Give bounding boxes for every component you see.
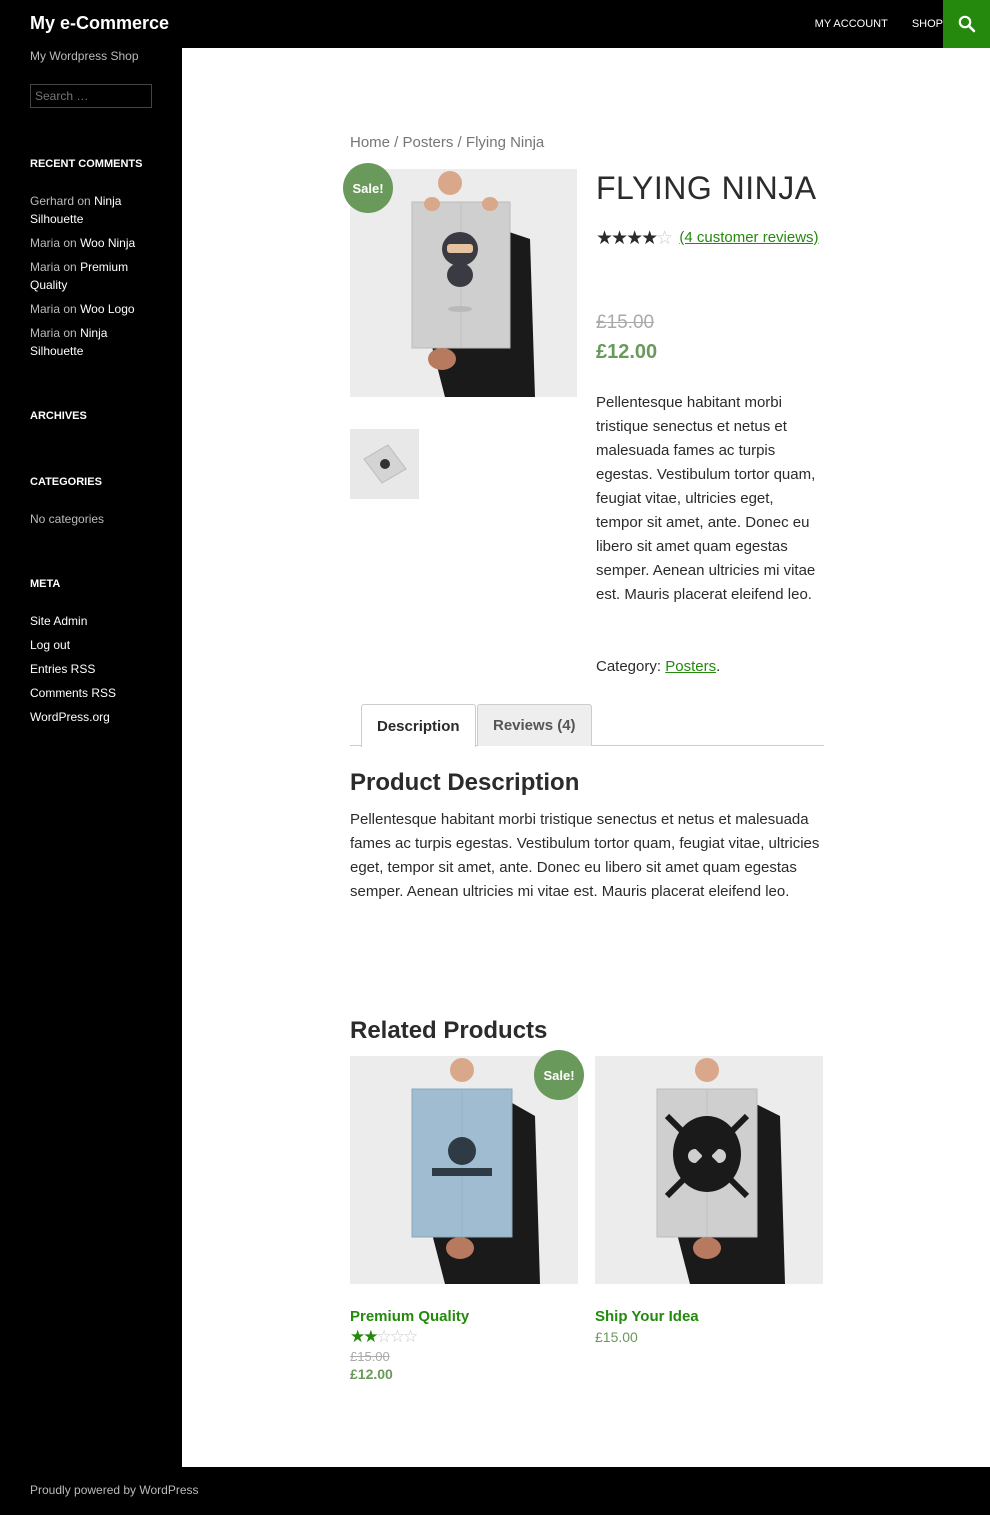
category-link[interactable]: Posters bbox=[665, 658, 716, 675]
short-description: Pellentesque habitant morbi tristique se… bbox=[596, 394, 816, 603]
ship-your-idea-poster-image bbox=[595, 1056, 823, 1284]
meta-log-out[interactable]: Log out bbox=[30, 636, 152, 654]
comment-on: on bbox=[77, 194, 91, 208]
nav-my-account[interactable]: MY ACCOUNT bbox=[815, 18, 888, 30]
breadcrumb: Home / Posters / Flying Ninja bbox=[350, 134, 544, 151]
site-footer: Proudly powered by WordPress bbox=[0, 1467, 990, 1515]
product-tabs: Description Reviews (4) bbox=[350, 704, 824, 747]
meta-entries-rss[interactable]: Entries RSS bbox=[30, 660, 152, 678]
tab-description[interactable]: Description bbox=[361, 704, 476, 747]
comment-post-link[interactable]: Woo Ninja bbox=[80, 236, 135, 250]
related-sale-price: £12.00 bbox=[350, 1366, 393, 1382]
description-body: Pellentesque habitant morbi tristique se… bbox=[350, 811, 820, 900]
meta-list: Site Admin Log out Entries RSS Comments … bbox=[30, 612, 152, 732]
comment-author[interactable]: Maria bbox=[30, 260, 60, 274]
description-heading: Product Description bbox=[350, 769, 580, 796]
search-icon bbox=[958, 15, 975, 33]
related-sale-badge: Sale! bbox=[534, 1050, 584, 1100]
breadcrumb-category[interactable]: Posters bbox=[403, 134, 454, 151]
comment-author[interactable]: Gerhard bbox=[30, 194, 74, 208]
related-regular-price: £15.00 bbox=[350, 1349, 390, 1364]
product-thumbnail[interactable] bbox=[350, 429, 419, 499]
comment-author[interactable]: Maria bbox=[30, 236, 60, 250]
related-product-card[interactable]: Ship Your Idea £15.00 bbox=[595, 1056, 823, 1345]
category-label: Category: bbox=[596, 658, 662, 675]
sale-price: £12.00 bbox=[596, 341, 658, 363]
meta-wordpress-org[interactable]: WordPress.org bbox=[30, 708, 152, 726]
breadcrumb-separator: / bbox=[453, 134, 466, 151]
recent-comments-title: RECENT COMMENTS bbox=[30, 158, 143, 170]
product-rating: ★★★★☆ (4 customer reviews) bbox=[596, 222, 824, 255]
site-title[interactable]: My e-Commerce bbox=[30, 13, 169, 34]
sale-badge: Sale! bbox=[343, 163, 393, 213]
related-products-heading: Related Products bbox=[350, 1017, 548, 1044]
related-star-rating: ★★☆☆☆ bbox=[350, 1327, 418, 1346]
footer-credit[interactable]: Proudly powered by WordPress bbox=[30, 1483, 199, 1497]
comment-on: on bbox=[63, 236, 77, 250]
primary-nav: MY ACCOUNT SHOP bbox=[791, 0, 943, 48]
comment-item: Maria on Woo Logo bbox=[30, 300, 152, 318]
meta-title: META bbox=[30, 578, 61, 590]
comment-on: on bbox=[63, 326, 77, 340]
breadcrumb-separator: / bbox=[390, 134, 403, 151]
product-category: Category: Posters. bbox=[596, 655, 720, 679]
search-toggle-button[interactable] bbox=[943, 0, 990, 48]
comment-author[interactable]: Maria bbox=[30, 326, 60, 340]
site-tagline: My Wordpress Shop bbox=[30, 49, 139, 63]
comment-author[interactable]: Maria bbox=[30, 302, 60, 316]
nav-shop[interactable]: SHOP bbox=[912, 18, 943, 30]
comment-on: on bbox=[63, 302, 77, 316]
related-price: £15.00 bbox=[595, 1329, 638, 1345]
sidebar: My Wordpress Shop RECENT COMMENTS Gerhar… bbox=[0, 48, 182, 1467]
comment-post-link[interactable]: Woo Logo bbox=[80, 302, 135, 316]
no-categories-text: No categories bbox=[30, 512, 105, 526]
breadcrumb-home[interactable]: Home bbox=[350, 134, 390, 151]
product-title: FLYING NINJA bbox=[596, 170, 817, 206]
archives-title: ARCHIVES bbox=[30, 410, 87, 422]
comment-item: Gerhard on Ninja Silhouette bbox=[30, 192, 152, 228]
meta-site-admin[interactable]: Site Admin bbox=[30, 612, 152, 630]
star-rating: ★★★★☆ bbox=[596, 228, 673, 249]
search-input[interactable] bbox=[30, 84, 152, 108]
tab-reviews[interactable]: Reviews (4) bbox=[477, 704, 592, 746]
comment-on: on bbox=[63, 260, 77, 274]
related-product-card[interactable]: Premium Quality ★★☆☆☆ £15.00 £12.00 bbox=[350, 1056, 578, 1382]
comment-item: Maria on Ninja Silhouette bbox=[30, 324, 152, 360]
customer-reviews-link[interactable]: (4 customer reviews) bbox=[679, 229, 818, 246]
thumbnail-image bbox=[350, 429, 419, 499]
recent-comments-list: Gerhard on Ninja Silhouette Maria on Woo… bbox=[30, 192, 152, 366]
site-header: My e-Commerce MY ACCOUNT SHOP bbox=[0, 0, 990, 48]
regular-price: £15.00 bbox=[596, 312, 655, 333]
meta-comments-rss[interactable]: Comments RSS bbox=[30, 684, 152, 702]
breadcrumb-current: Flying Ninja bbox=[465, 134, 545, 151]
category-period: . bbox=[716, 658, 721, 675]
related-product-image[interactable] bbox=[595, 1056, 823, 1284]
comment-item: Maria on Woo Ninja bbox=[30, 234, 152, 252]
comment-item: Maria on Premium Quality bbox=[30, 258, 152, 294]
related-product-name[interactable]: Premium Quality bbox=[350, 1308, 578, 1325]
categories-title: CATEGORIES bbox=[30, 476, 102, 488]
related-product-name[interactable]: Ship Your Idea bbox=[595, 1308, 823, 1325]
